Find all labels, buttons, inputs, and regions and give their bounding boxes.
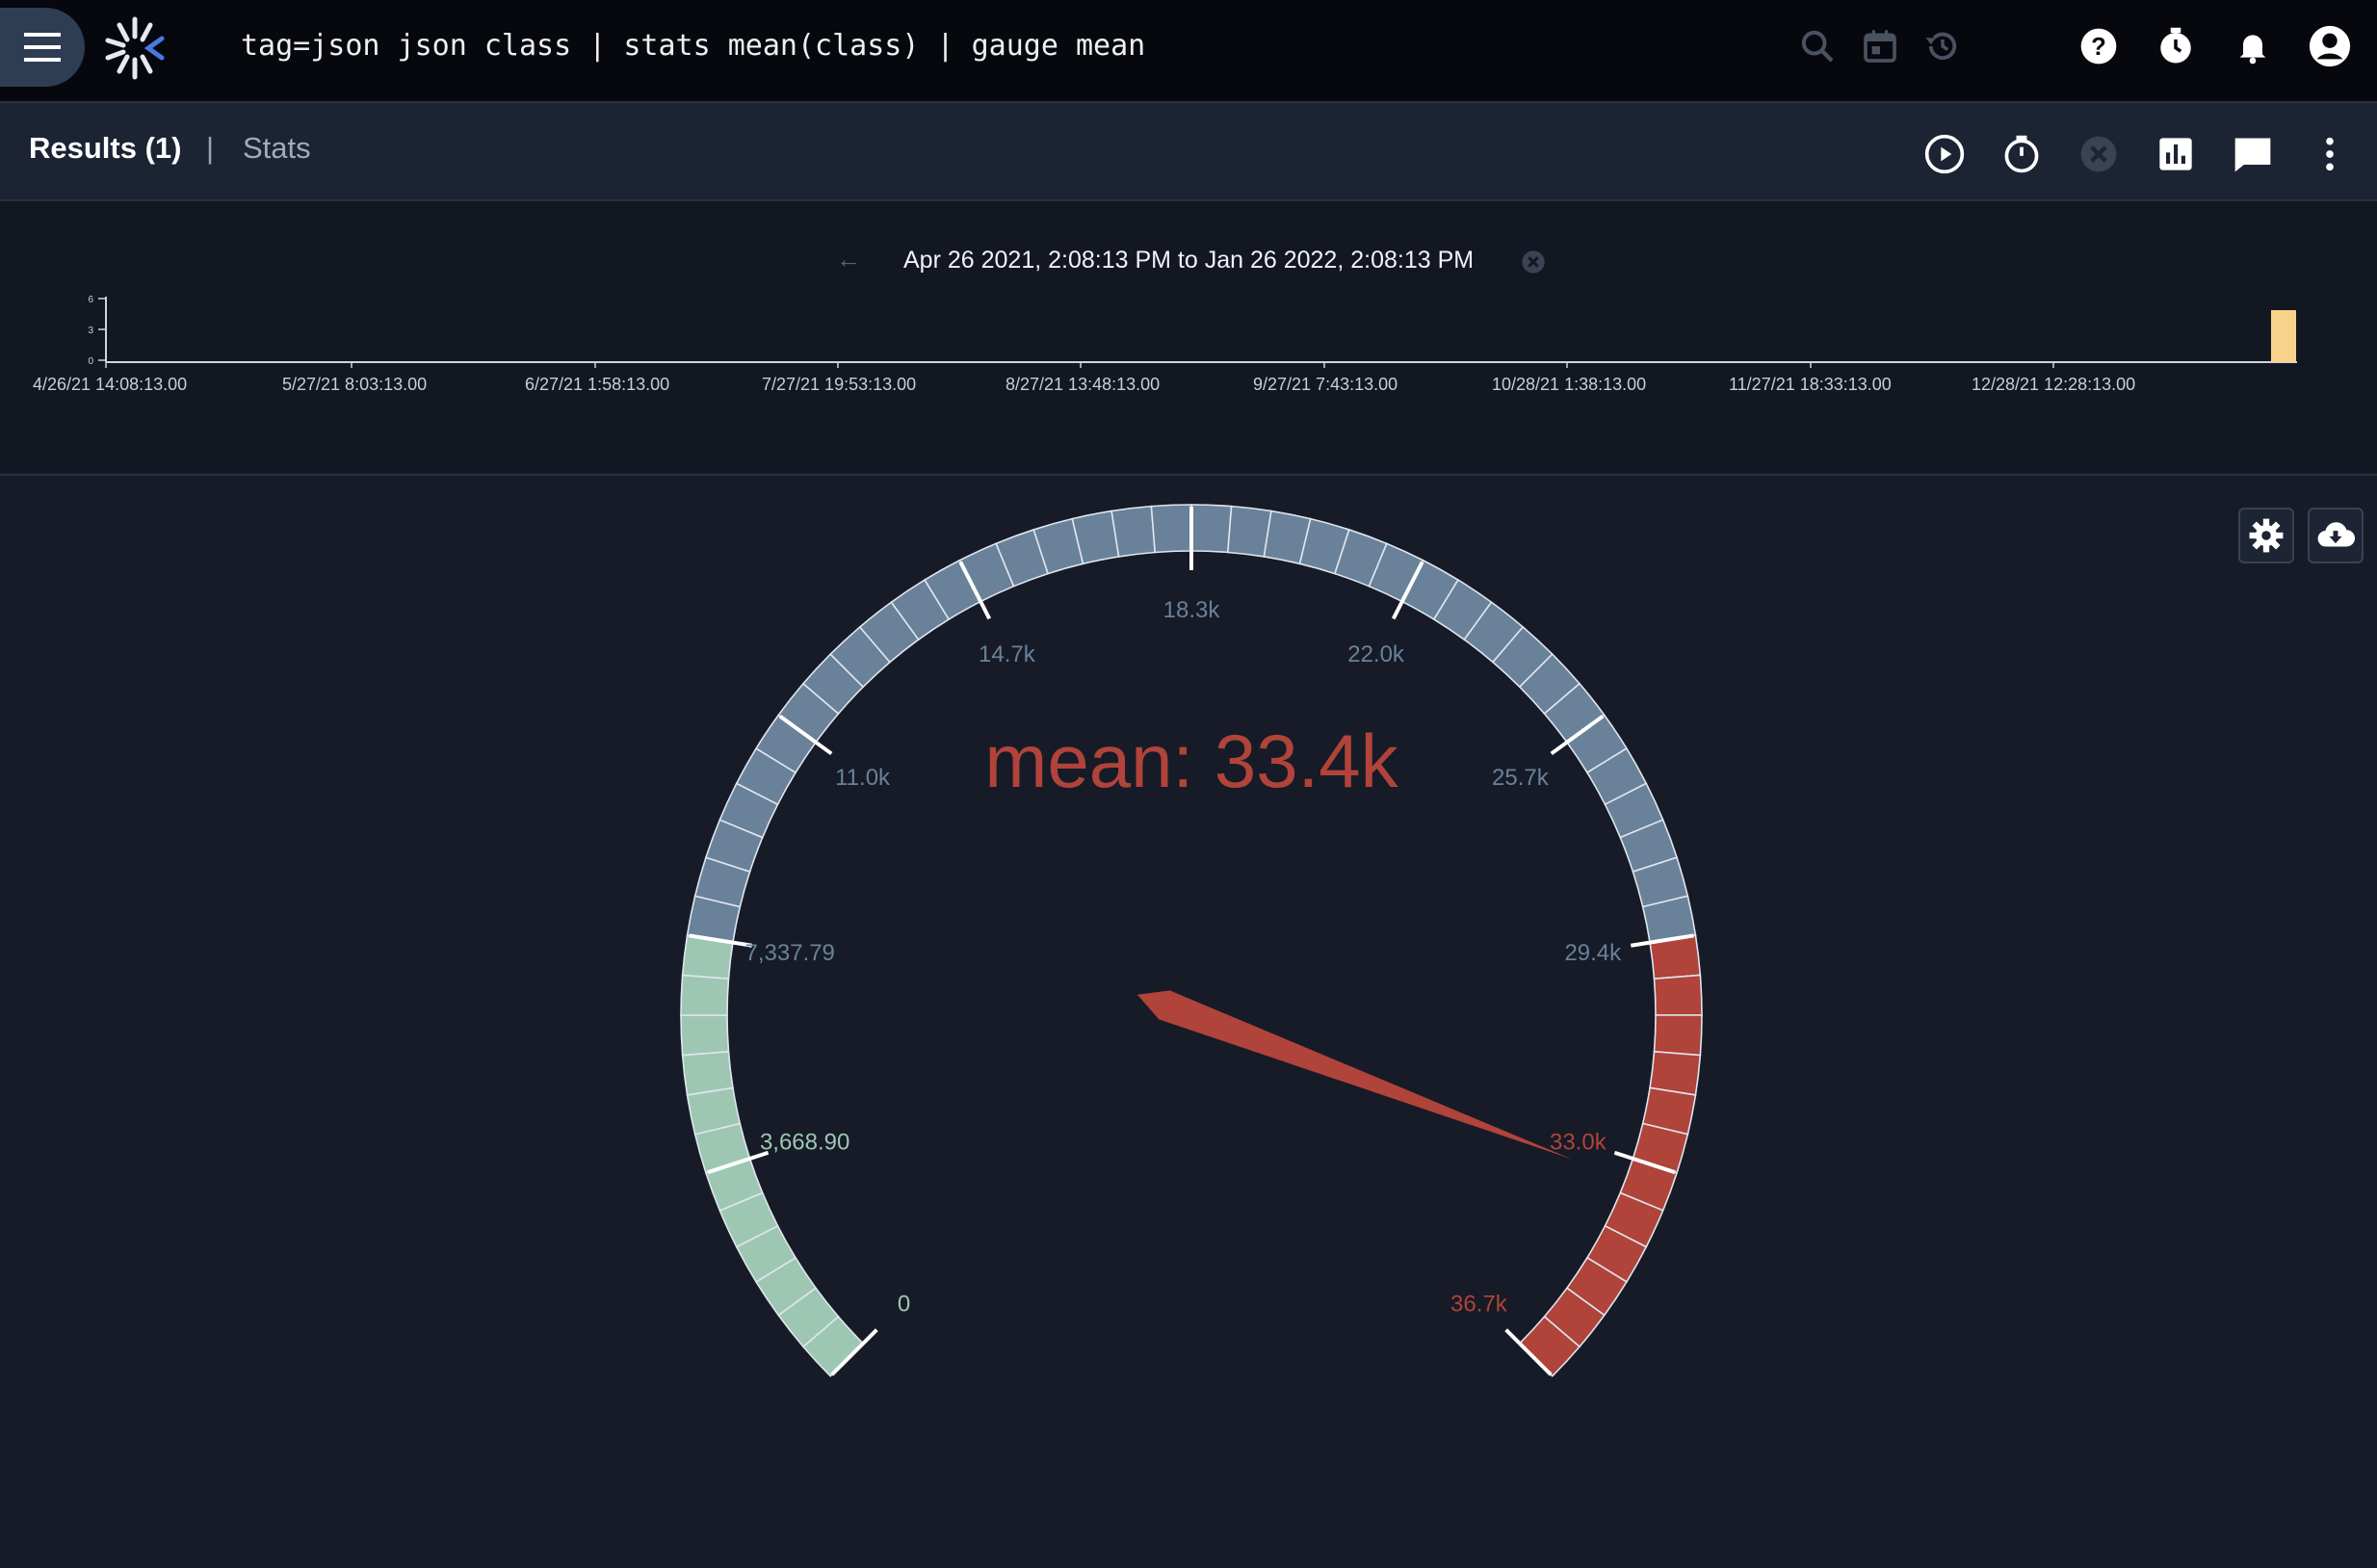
history-icon — [1925, 32, 1957, 60]
tab-results[interactable]: Results (1) — [29, 131, 181, 166]
time-range-text: Apr 26 2021, 2:08:13 PM to Jan 26 2022, … — [903, 247, 1475, 274]
play-icon — [1924, 134, 1965, 174]
gauge-label: 36.7k — [1450, 1291, 1508, 1317]
logo[interactable] — [100, 13, 170, 83]
clear-time-icon[interactable] — [1520, 248, 1547, 275]
stopwatch-icon — [2004, 135, 2039, 173]
search-icon — [1801, 30, 1834, 63]
gauge-segment — [681, 1050, 734, 1096]
timeline-x-label: 5/27/21 8:03:13.00 — [282, 375, 428, 394]
timeline-chart[interactable]: 6 3 0 — [0, 279, 2377, 376]
gauge-segment — [1190, 504, 1233, 554]
tab-separator: | — [206, 131, 215, 165]
svg-text:?: ? — [2091, 34, 2106, 61]
search-button[interactable] — [1791, 20, 1843, 72]
timeline-x-label: 11/27/21 18:33:13.00 — [1729, 375, 1892, 394]
gauge-segment — [1653, 974, 1703, 1016]
timeline-y-tick: 0 — [88, 356, 93, 367]
timeline-y-tick: 6 — [88, 295, 93, 305]
gauge-label: 3,668.90 — [760, 1129, 849, 1155]
gauge-label: 14.7k — [979, 641, 1036, 667]
timeline-x-label: 12/28/21 12:28:13.00 — [1972, 375, 2136, 394]
timer-icon — [2160, 27, 2191, 64]
timeline-x-label: 8/27/21 13:48:13.00 — [1006, 375, 1161, 394]
gauge-label: 22.0k — [1347, 641, 1405, 667]
timeline-x-label: 7/27/21 19:53:13.00 — [762, 375, 917, 394]
calendar-icon — [1864, 30, 1896, 63]
cancel-icon — [2080, 136, 2117, 172]
gauge-label: 33.0k — [1550, 1129, 1607, 1155]
gauge-chart: 0 3,668.90 7,337.79 11.0k 14.7k 18.3k 22.0k 25.… — [680, 504, 1703, 1377]
account-icon — [2309, 25, 2351, 67]
timer-button[interactable] — [2150, 20, 2202, 72]
query-text[interactable]: tag=json json class | stats mean(class) … — [241, 29, 1145, 63]
chart-button[interactable] — [2150, 128, 2202, 180]
history-button[interactable] — [1917, 20, 1969, 72]
gauge-segment — [1110, 505, 1157, 558]
gauge-label: 18.3k — [1163, 597, 1221, 623]
timeline-x-label: 9/27/21 7:43:13.00 — [1253, 375, 1398, 394]
gauge-label: 11.0k — [835, 765, 891, 791]
bell-icon — [2239, 35, 2266, 65]
time-prev-arrow[interactable]: ← — [836, 245, 861, 274]
timeline-x-label: 6/27/21 1:58:13.00 — [525, 375, 670, 394]
tab-stats[interactable]: Stats — [243, 131, 311, 166]
gauge-needle — [1136, 990, 1572, 1160]
comment-button[interactable] — [2227, 128, 2279, 180]
run-button[interactable] — [1919, 128, 1971, 180]
gauge-label: 25.7k — [1492, 765, 1550, 791]
account-button[interactable] — [2304, 20, 2356, 72]
gauge-segment — [1150, 504, 1192, 554]
more-vert-icon — [2326, 137, 2334, 171]
menu-button[interactable] — [0, 8, 85, 87]
cancel-button[interactable] — [2073, 128, 2125, 180]
timeline-x-label: 4/26/21 14:08:13.00 — [33, 375, 188, 394]
gauge-segment — [1653, 1014, 1703, 1057]
gauge-segment — [680, 1014, 730, 1057]
stopwatch-button[interactable] — [1996, 128, 2048, 180]
more-button[interactable] — [2304, 128, 2356, 180]
gauge-label: 0 — [898, 1291, 910, 1317]
gauge-label: 7,337.79 — [744, 940, 834, 966]
gauge-segment — [680, 974, 730, 1016]
timeline-x-label: 10/28/21 1:38:13.00 — [1492, 375, 1647, 394]
timeline-y-tick: 3 — [88, 326, 93, 336]
timeline-bar[interactable] — [2271, 310, 2296, 362]
comment-icon — [2234, 138, 2271, 172]
gauge-title: mean: 33.4k — [984, 719, 1398, 803]
calendar-button[interactable] — [1854, 20, 1906, 72]
notifications-button[interactable] — [2227, 20, 2279, 72]
menu-icon — [24, 33, 61, 62]
help-button[interactable]: ? — [2073, 20, 2125, 72]
gauge-label: 29.4k — [1564, 940, 1622, 966]
help-icon: ? — [2080, 28, 2117, 65]
chart-icon — [2159, 138, 2192, 170]
